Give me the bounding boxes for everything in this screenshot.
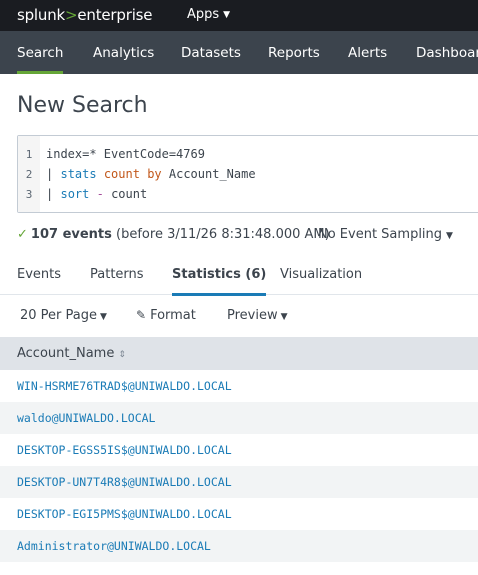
account-name-cell[interactable]: DESKTOP-UN7T4R8$@UNIWALDO.LOCAL	[17, 466, 232, 498]
by-keyword: by	[147, 167, 162, 181]
tab-statistics[interactable]: Statistics (6)	[172, 256, 267, 296]
caret-down-icon: ▼	[223, 10, 231, 20]
format-button[interactable]: ✎ Format	[136, 308, 196, 323]
splunk-logo[interactable]: splunk>enterprise	[17, 6, 153, 24]
command-keyword: stats	[60, 167, 97, 181]
events-detail: (before 3/11/26 8:31:48.000 AM)	[116, 227, 330, 242]
events-count: 107 events	[30, 227, 112, 242]
pencil-icon: ✎	[136, 308, 147, 322]
caret-down-icon: ▼	[446, 231, 453, 241]
query-line-1: 1 index=* EventCode=4769	[18, 144, 205, 164]
apps-menu[interactable]: Apps ▼	[187, 7, 230, 22]
line-number: 1	[25, 148, 33, 161]
table-row: DESKTOP-UN7T4R8$@UNIWALDO.LOCAL	[0, 466, 478, 498]
field-name: count	[111, 187, 148, 201]
format-label: Format	[150, 308, 196, 323]
query-line-2: 2 | stats count by Account_Name	[18, 164, 256, 184]
function-keyword: count	[103, 167, 140, 181]
account-name-cell[interactable]: DESKTOP-EGSS5IS$@UNIWALDO.LOCAL	[17, 434, 232, 466]
preview-dropdown[interactable]: Preview ▼	[227, 308, 288, 323]
per-page-label: 20 Per Page	[20, 308, 97, 323]
tab-visualization[interactable]: Visualization	[280, 256, 362, 295]
event-sampling-dropdown[interactable]: No Event Sampling ▼	[318, 227, 453, 242]
query-line-3: 3 | sort - count	[18, 184, 148, 204]
nav-reports[interactable]: Reports	[268, 31, 320, 74]
table-row: waldo@UNIWALDO.LOCAL	[0, 402, 478, 434]
nav-alerts[interactable]: Alerts	[348, 31, 387, 74]
line-number: 2	[25, 168, 33, 181]
table-header: Account_Name ⇕	[0, 337, 478, 370]
per-page-dropdown[interactable]: 20 Per Page ▼	[20, 308, 107, 323]
account-name-cell[interactable]: WIN-HSRME76TRAD$@UNIWALDO.LOCAL	[17, 370, 232, 402]
tab-events[interactable]: Events	[17, 256, 61, 295]
operator: -	[96, 187, 104, 201]
line-number: 3	[25, 188, 33, 201]
tab-patterns[interactable]: Patterns	[90, 256, 144, 295]
account-name-cell[interactable]: Administrator@UNIWALDO.LOCAL	[17, 530, 211, 562]
caret-down-icon: ▼	[280, 312, 288, 322]
nav-datasets[interactable]: Datasets	[181, 31, 241, 74]
sampling-label: No Event Sampling	[318, 227, 443, 242]
table-row: Administrator@UNIWALDO.LOCAL	[0, 530, 478, 562]
account-name-cell[interactable]: DESKTOP-EGI5PMS$@UNIWALDO.LOCAL	[17, 498, 232, 530]
caret-down-icon: ▼	[100, 312, 107, 322]
sort-icon[interactable]: ⇕	[118, 350, 126, 360]
table-row: DESKTOP-EGSS5IS$@UNIWALDO.LOCAL	[0, 434, 478, 466]
app-nav-bar: Search Analytics Datasets Reports Alerts…	[0, 31, 478, 74]
nav-search[interactable]: Search	[17, 31, 64, 74]
preview-label: Preview	[227, 308, 278, 323]
results-tabs: Events Patterns Statistics (6) Visualiza…	[0, 256, 478, 296]
pipe: |	[46, 187, 54, 201]
command-keyword: sort	[60, 187, 90, 201]
column-header-account-name[interactable]: Account_Name ⇕	[17, 337, 126, 372]
pipe: |	[46, 167, 54, 181]
table-row: DESKTOP-EGI5PMS$@UNIWALDO.LOCAL	[0, 498, 478, 530]
page-title: New Search	[17, 93, 148, 118]
nav-dashboards[interactable]: Dashboards	[416, 31, 478, 74]
query-text: index=* EventCode=4769	[46, 147, 205, 161]
search-query-editor[interactable]: 1 index=* EventCode=4769 2 | stats count b…	[17, 135, 478, 213]
top-bar: splunk>enterprise Apps ▼	[0, 0, 478, 31]
table-row: WIN-HSRME76TRAD$@UNIWALDO.LOCAL	[0, 370, 478, 402]
field-name: Account_Name	[168, 167, 256, 181]
nav-analytics[interactable]: Analytics	[93, 31, 154, 74]
apps-label: Apps	[187, 7, 220, 22]
column-label: Account_Name	[17, 346, 115, 361]
job-status: ✓ 107 events (before 3/11/26 8:31:48.000 …	[17, 227, 330, 242]
account-name-cell[interactable]: waldo@UNIWALDO.LOCAL	[17, 402, 155, 434]
check-icon: ✓	[17, 227, 28, 242]
